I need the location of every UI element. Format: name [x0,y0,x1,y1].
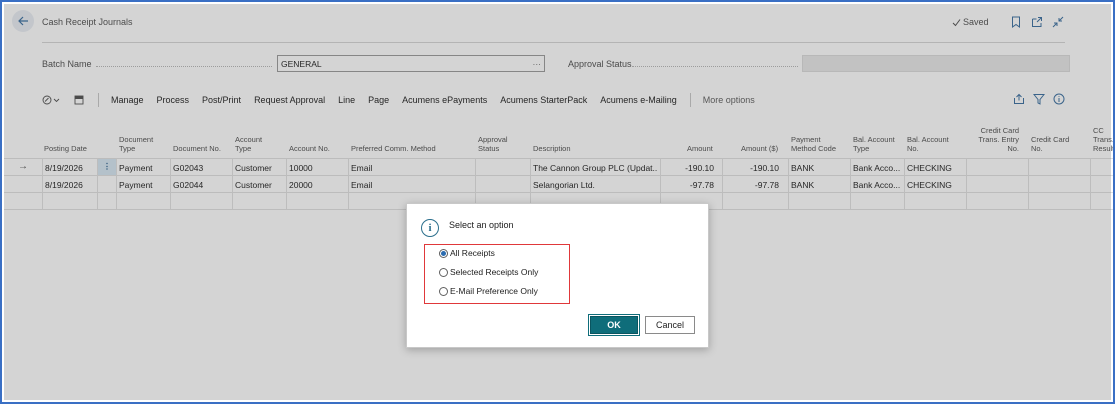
select-option-dialog: i Select an option All Receipts Selected… [406,203,709,348]
ok-button[interactable]: OK [588,314,640,336]
option-label: E-Mail Preference Only [450,286,538,296]
radio-button[interactable] [439,286,448,296]
journal-page: Cash Receipt Journals Saved Batch Name G… [4,4,1113,400]
app-window: Cash Receipt Journals Saved Batch Name G… [0,0,1115,404]
option-email-preference-only[interactable]: E-Mail Preference Only [439,286,538,296]
info-icon: i [421,219,439,237]
option-label: All Receipts [450,248,495,258]
radio-button[interactable] [439,267,448,277]
dialog-title: Select an option [449,220,514,230]
option-label: Selected Receipts Only [450,267,539,277]
radio-button-selected[interactable] [439,248,448,258]
option-selected-receipts-only[interactable]: Selected Receipts Only [439,267,538,277]
option-all-receipts[interactable]: All Receipts [439,248,495,258]
cancel-button[interactable]: Cancel [645,316,695,334]
